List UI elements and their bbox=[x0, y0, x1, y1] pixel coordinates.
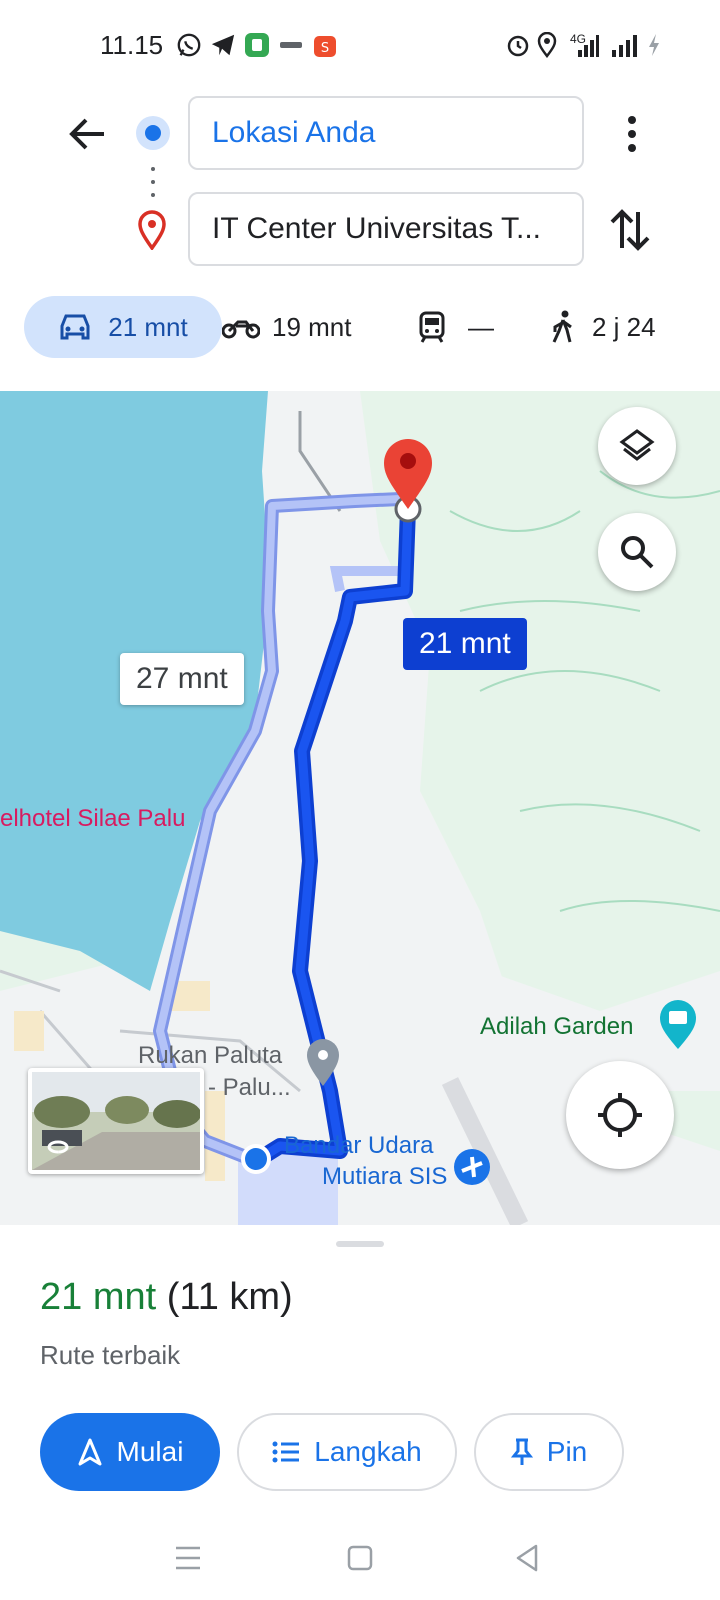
alt-route-time-label[interactable]: 27 mnt bbox=[120, 653, 244, 705]
charging-icon bbox=[649, 34, 659, 56]
street-view-image bbox=[32, 1072, 200, 1170]
network-type-label: 4G bbox=[570, 32, 587, 46]
pin-button-label: Pin bbox=[546, 1436, 588, 1467]
search-map-button[interactable] bbox=[598, 513, 676, 591]
app-icon bbox=[280, 42, 302, 48]
home-nav-icon[interactable] bbox=[340, 1538, 380, 1578]
main-route-time-label[interactable]: 21 mnt bbox=[403, 618, 527, 670]
mode-car[interactable]: 21 mnt bbox=[24, 296, 222, 358]
train-icon bbox=[419, 311, 445, 343]
layers-button[interactable] bbox=[598, 407, 676, 485]
start-button-label: Mulai bbox=[116, 1436, 184, 1467]
mode-walk[interactable]: 2 j 24 bbox=[550, 296, 656, 358]
map-view[interactable]: 27 mnt 21 mnt elhotel Silae Palu Adilah … bbox=[0, 391, 720, 1225]
place-label-rukan-line2[interactable]: - Palu... bbox=[208, 1074, 291, 1102]
mode-transit[interactable]: — bbox=[418, 296, 494, 358]
route-description: Rute terbaik bbox=[40, 1340, 181, 1370]
svg-text:S: S bbox=[321, 41, 329, 56]
car-icon bbox=[60, 314, 90, 340]
walk-icon bbox=[552, 310, 572, 343]
navigation-arrow-icon bbox=[78, 1438, 102, 1466]
my-location-icon bbox=[598, 1093, 642, 1137]
steps-button-label: Langkah bbox=[314, 1436, 422, 1467]
pin-button[interactable]: Pin bbox=[474, 1413, 624, 1491]
back-nav-icon[interactable] bbox=[508, 1538, 548, 1578]
mode-transit-label: — bbox=[468, 311, 494, 342]
telegram-icon bbox=[211, 34, 235, 56]
mode-car-label: 21 mnt bbox=[108, 311, 188, 342]
place-label-rukan-line1[interactable]: Rukan Paluta bbox=[138, 1042, 282, 1070]
signal-icon bbox=[612, 35, 637, 57]
layers-icon bbox=[619, 429, 655, 461]
eta-time: 21 mnt bbox=[40, 1276, 157, 1318]
destination-pin-icon bbox=[138, 210, 166, 250]
list-icon bbox=[272, 1441, 300, 1463]
search-icon bbox=[621, 536, 654, 569]
more-options-icon[interactable] bbox=[612, 110, 652, 158]
steps-button[interactable]: Langkah bbox=[237, 1413, 457, 1491]
eta-summary: 21 mnt (11 km) bbox=[40, 1276, 293, 1319]
origin-field[interactable]: Lokasi Anda bbox=[188, 96, 584, 170]
back-arrow-icon[interactable] bbox=[64, 110, 112, 158]
mode-motorcycle-label: 19 mnt bbox=[272, 311, 352, 342]
place-label-airport-line1[interactable]: Bandar Udara bbox=[284, 1132, 433, 1160]
motorcycle-icon bbox=[222, 320, 260, 339]
app-icon bbox=[245, 33, 269, 57]
alarm-icon bbox=[507, 35, 529, 57]
my-location-button[interactable] bbox=[566, 1061, 674, 1169]
route-connector bbox=[151, 167, 155, 197]
swap-icon[interactable] bbox=[606, 204, 654, 256]
menu-nav-icon[interactable] bbox=[168, 1538, 208, 1578]
shopee-icon: S bbox=[314, 36, 336, 57]
sheet-drag-handle[interactable] bbox=[336, 1241, 384, 1247]
location-icon bbox=[537, 32, 557, 58]
street-view-thumbnail[interactable] bbox=[28, 1068, 204, 1174]
place-label-garden[interactable]: Adilah Garden bbox=[480, 1013, 633, 1041]
pin-icon bbox=[510, 1438, 533, 1465]
mode-walk-label: 2 j 24 bbox=[592, 311, 656, 342]
status-time: 11.15 bbox=[100, 30, 164, 60]
place-label-hotel[interactable]: elhotel Silae Palu bbox=[0, 805, 185, 833]
place-label-airport-line2[interactable]: Mutiara SIS bbox=[322, 1163, 447, 1191]
whatsapp-icon bbox=[177, 33, 201, 57]
start-button[interactable]: Mulai bbox=[40, 1413, 220, 1491]
origin-dot-icon bbox=[136, 116, 170, 150]
destination-field[interactable]: IT Center Universitas T... bbox=[188, 192, 584, 266]
eta-distance: (11 km) bbox=[166, 1276, 293, 1318]
mode-motorcycle[interactable]: 19 mnt bbox=[222, 296, 352, 358]
